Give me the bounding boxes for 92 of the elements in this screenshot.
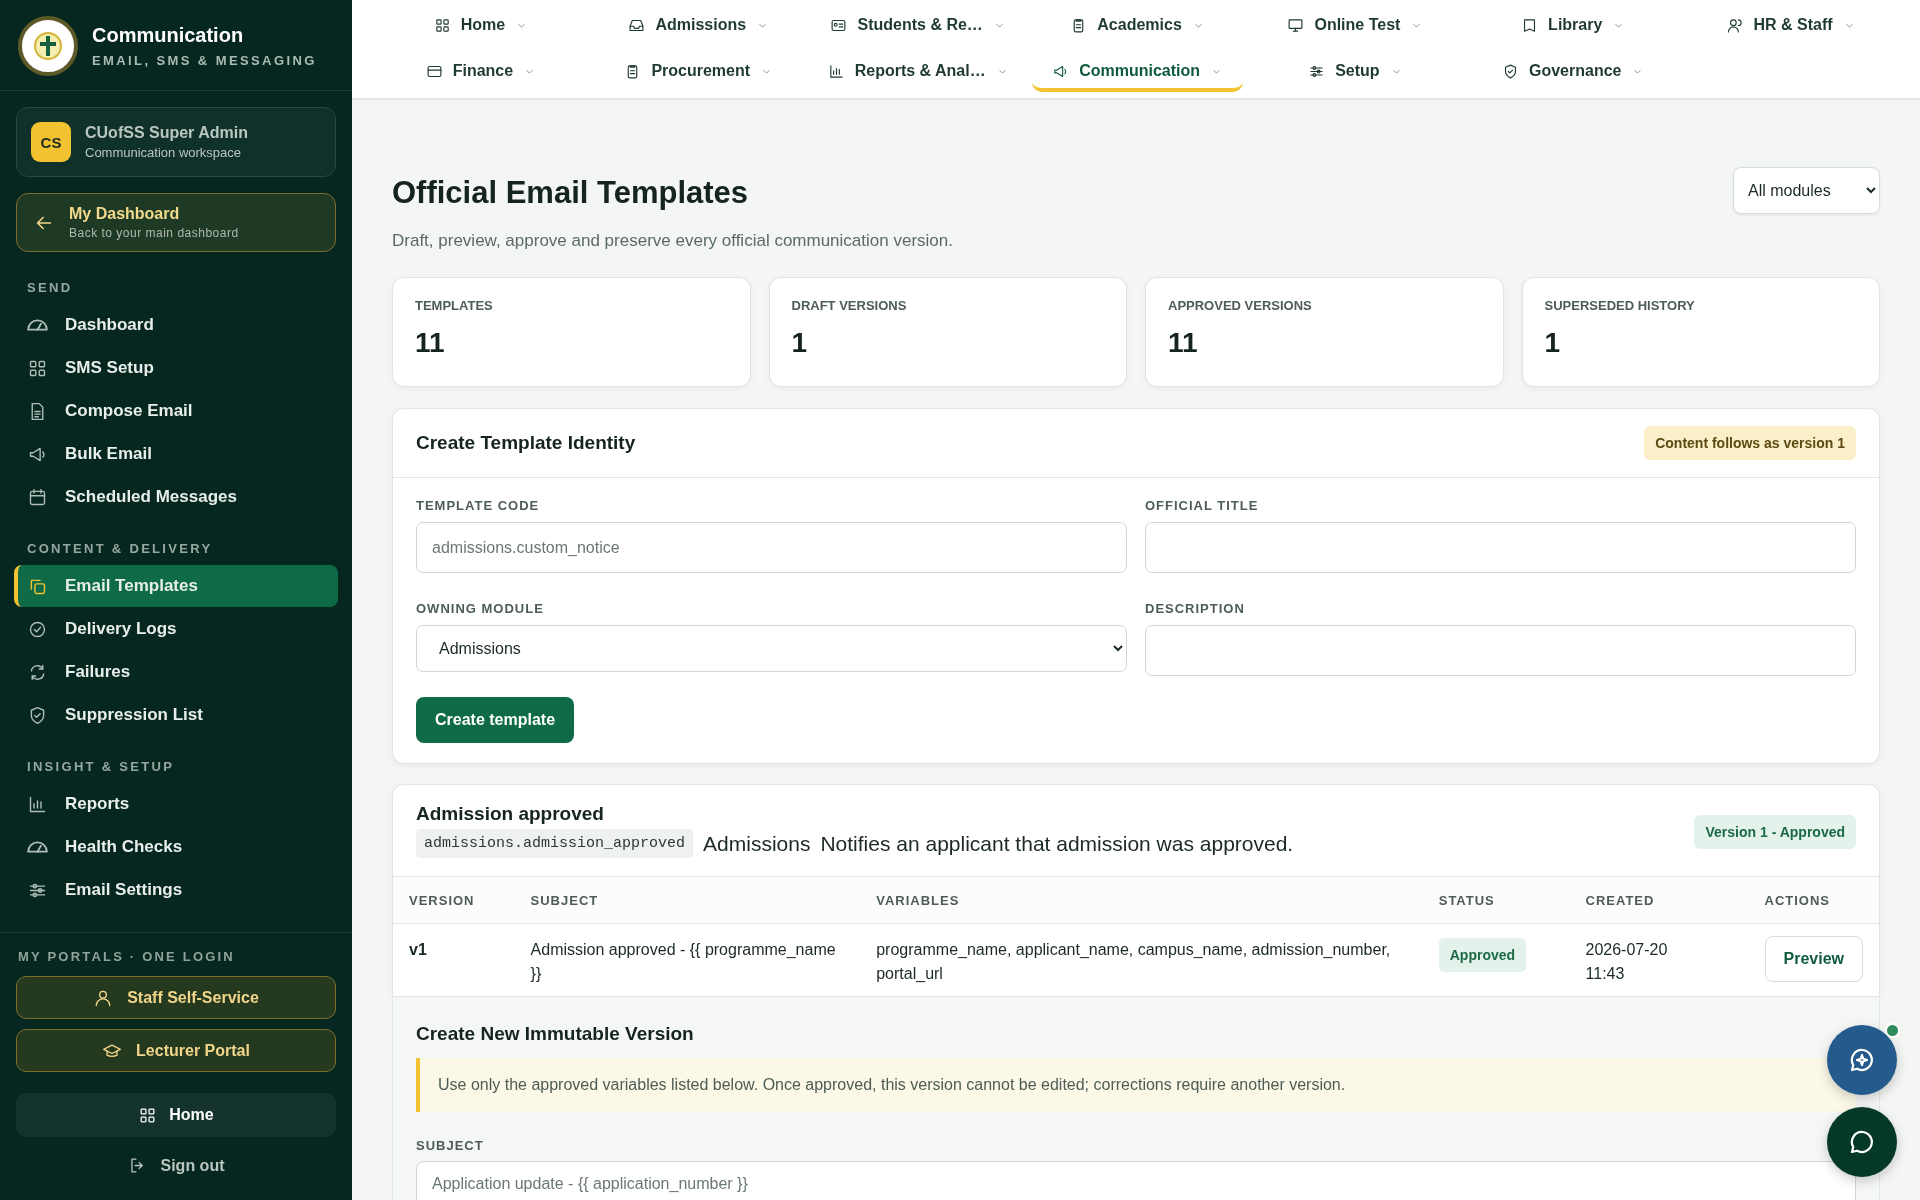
stat-value: 1 xyxy=(791,327,809,359)
stat-value: 1 xyxy=(1544,327,1562,359)
shield-icon xyxy=(1502,62,1519,80)
field-label: DESCRIPTION xyxy=(1145,601,1246,616)
stat-value: 11 xyxy=(415,327,446,359)
section-heading: MY PORTALS · ONE LOGIN xyxy=(18,949,236,964)
input-field[interactable]: Application update - {{ application_number }} xyxy=(416,1161,1856,1200)
module-name: Admissions xyxy=(703,831,811,856)
sidebar-item[interactable]: Bulk Email xyxy=(14,433,338,475)
status-badge: Version 1 - Approved xyxy=(1694,815,1856,849)
input-field[interactable]: admissions.custom_notice xyxy=(416,522,1127,573)
table-cell: Admission approved - {{ programme_name }} xyxy=(514,923,861,996)
module-select[interactable]: Admissions xyxy=(416,625,1127,672)
app-subtitle: EMAIL, SMS & MESSAGING xyxy=(92,53,317,68)
nav-tab[interactable]: Admissions xyxy=(608,8,790,46)
stat-value: 11 xyxy=(1168,327,1199,359)
sidebar-item[interactable]: Health Checks xyxy=(14,826,338,868)
preview-button[interactable]: Preview xyxy=(1764,936,1863,982)
nav-tab[interactable]: Reports & Anal… xyxy=(807,54,1029,92)
sidebar-item[interactable]: Delivery Logs xyxy=(14,608,338,650)
sidebar-item[interactable]: Reports xyxy=(14,783,338,825)
nav-tab[interactable]: Library xyxy=(1501,8,1646,46)
version-note: Content follows as version 1 xyxy=(1644,426,1856,460)
sidebar-item[interactable]: Email Templates xyxy=(14,565,338,607)
app-title: Communication xyxy=(92,24,245,47)
user-avatar: CS xyxy=(31,122,71,162)
card-title: Create Template Identity xyxy=(416,432,636,454)
online-indicator xyxy=(1885,1023,1900,1038)
template-code: admissions.admission_approved xyxy=(416,829,694,858)
nav-tab[interactable]: HR & Staff xyxy=(1706,8,1876,46)
user-name: CUofSS Super Admin xyxy=(85,124,248,142)
module-filter[interactable]: All modules xyxy=(1733,167,1880,214)
column-header: ACTIONS xyxy=(1748,877,1879,924)
nav-tab[interactable]: Procurement xyxy=(604,54,794,92)
section-heading: SEND xyxy=(27,280,74,295)
column-header: CREATED xyxy=(1569,877,1749,924)
grid-icon xyxy=(433,16,451,34)
nav-tab[interactable]: Setup xyxy=(1288,54,1423,92)
column-header: SUBJECT xyxy=(514,877,861,924)
dashboard-link[interactable]: My Dashboard Back to your main dashboard xyxy=(16,193,336,252)
sidebar-item[interactable]: Dashboard xyxy=(14,304,338,346)
input-field[interactable] xyxy=(1145,522,1856,573)
page-title: Official Email Templates xyxy=(392,175,750,211)
template-title: Admission approved xyxy=(416,803,605,825)
table-cell: v1 xyxy=(393,923,515,996)
input-field[interactable] xyxy=(1145,625,1856,676)
sidebar-item[interactable]: Scheduled Messages xyxy=(14,476,338,518)
sidebar-item[interactable]: Suppression List xyxy=(14,694,338,736)
sidebar-item[interactable]: Email Settings xyxy=(14,869,338,911)
create-button[interactable]: Create template xyxy=(416,697,575,743)
stat-label: DRAFT VERSIONS xyxy=(791,298,908,313)
template-description: Notifies an applicant that admission was approved. xyxy=(820,831,1294,856)
monitor-icon xyxy=(1287,16,1305,34)
status-badge: Approved xyxy=(1438,938,1527,972)
field-label: SUBJECT xyxy=(416,1138,485,1153)
nav-tab[interactable]: Communication xyxy=(1032,54,1243,92)
nav-tab[interactable]: Online Test xyxy=(1267,8,1444,46)
column-header: STATUS xyxy=(1422,877,1570,924)
field-label: TEMPLATE CODE xyxy=(416,498,541,513)
notice-text: Use only the approved variables listed below. Once approved, this version cannot be edited; corrections require another version. xyxy=(416,1058,1856,1112)
portal-button[interactable]: Staff Self-Service xyxy=(16,976,336,1019)
portal-button[interactable]: Lecturer Portal xyxy=(16,1029,336,1072)
column-header: VERSION xyxy=(393,877,515,924)
section-heading: CONTENT & DELIVERY xyxy=(27,541,214,556)
nav-tab[interactable]: Finance xyxy=(405,54,557,92)
calendar-icon xyxy=(27,486,48,508)
people-icon xyxy=(1726,16,1744,34)
home-button[interactable]: Home xyxy=(16,1093,336,1137)
stat-label: APPROVED VERSIONS xyxy=(1168,298,1313,313)
sidebar-item[interactable]: Compose Email xyxy=(14,390,338,432)
nav-tab[interactable]: Students & Re… xyxy=(810,8,1026,46)
crest-logo xyxy=(18,16,78,76)
gauge-icon xyxy=(27,319,48,331)
nav-tab[interactable]: Home xyxy=(413,8,549,46)
section-heading: INSIGHT & SETUP xyxy=(27,759,176,774)
column-header: VARIABLES xyxy=(860,877,1423,924)
stat-label: TEMPLATES xyxy=(415,298,494,313)
sign-out-button[interactable]: Sign out xyxy=(0,1155,352,1176)
table-cell: 2026-07-20 11:43 xyxy=(1569,923,1749,996)
section-title: Create New Immutable Version xyxy=(416,1023,695,1045)
stat-label: SUPERSEDED HISTORY xyxy=(1544,298,1696,313)
nav-tab[interactable]: Governance xyxy=(1482,54,1665,92)
workspace-label: Communication workspace xyxy=(85,145,243,160)
field-label: OFFICIAL TITLE xyxy=(1145,498,1260,513)
table-cell: programme_name, applicant_name, campus_name, admission_number, portal_url xyxy=(860,923,1423,996)
sidebar-item[interactable]: Failures xyxy=(14,651,338,693)
page-subtitle: Draft, preview, approve and preserve every official communication version. xyxy=(392,231,953,251)
sidebar-item[interactable]: SMS Setup xyxy=(14,347,338,389)
gauge-icon xyxy=(27,841,48,853)
field-label: OWNING MODULE xyxy=(416,601,545,616)
bar-chart-icon xyxy=(827,62,845,80)
nav-tab[interactable]: Academics xyxy=(1050,8,1225,46)
